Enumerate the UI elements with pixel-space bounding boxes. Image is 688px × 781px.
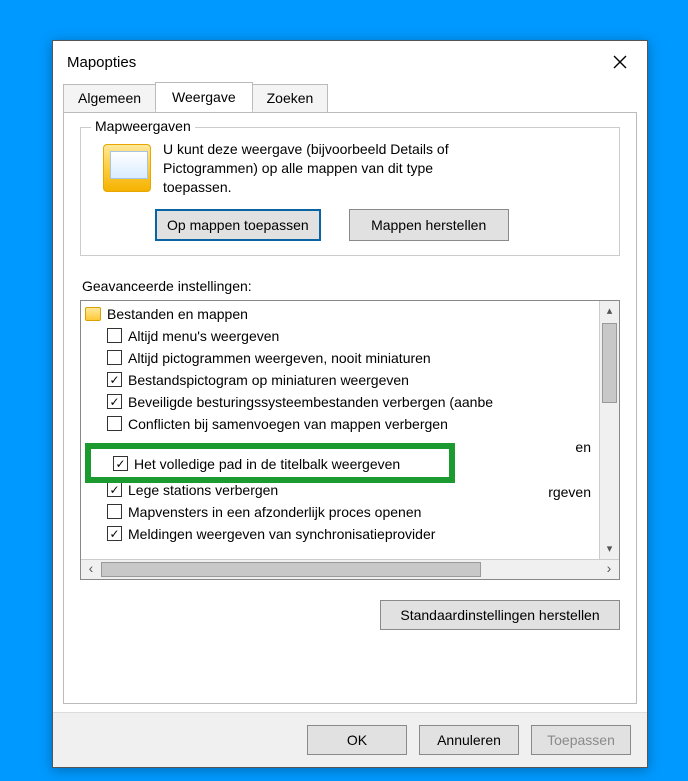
tree-item-label: Lege stations verbergen — [128, 479, 278, 501]
tree-root-label: Bestanden en mappen — [107, 303, 248, 325]
vertical-scrollbar[interactable]: ▴ ▾ — [599, 301, 619, 559]
folder-views-group: Mapweergaven U kunt deze weergave (bijvo… — [80, 127, 620, 256]
tree-item[interactable]: Het volledige pad in de titelbalk weerge… — [91, 453, 400, 475]
folder-icon — [85, 307, 101, 321]
advanced-settings-tree[interactable]: Bestanden en mappen Altijd menu's weerge… — [80, 300, 620, 580]
tab-search[interactable]: Zoeken — [252, 84, 329, 113]
checkbox[interactable] — [107, 416, 122, 431]
titlebar: Mapopties — [53, 41, 647, 83]
tree-item-label: Altijd menu's weergeven — [128, 325, 279, 347]
tree-item[interactable]: Altijd menu's weergeven — [85, 325, 619, 347]
scroll-thumb[interactable] — [101, 562, 481, 577]
close-icon — [613, 55, 627, 69]
folder-options-dialog: Mapopties Algemeen Weergave Zoeken Mapwe… — [52, 40, 648, 768]
checkbox[interactable] — [107, 482, 122, 497]
checkbox[interactable] — [113, 456, 128, 471]
scroll-right-icon[interactable]: › — [599, 560, 619, 576]
apply-button[interactable]: Toepassen — [531, 725, 631, 755]
text-line: toepassen. — [163, 179, 232, 195]
scroll-up-icon[interactable]: ▴ — [600, 301, 619, 321]
checkbox[interactable] — [107, 394, 122, 409]
checkbox[interactable] — [107, 372, 122, 387]
tree-item-label: Het volledige pad in de titelbalk weerge… — [134, 453, 400, 475]
scroll-thumb[interactable] — [602, 323, 617, 403]
partial-text: rgeven — [548, 481, 591, 503]
dialog-button-bar: OK Annuleren Toepassen — [53, 712, 647, 767]
scroll-left-icon[interactable]: ‹ — [81, 560, 101, 576]
tree-item[interactable]: Lege stations verbergen — [85, 479, 619, 501]
advanced-settings-label: Geavanceerde instellingen: — [82, 278, 620, 294]
tab-view[interactable]: Weergave — [155, 82, 253, 111]
close-button[interactable] — [597, 44, 643, 80]
tree-item-label: Bestandspictogram op miniaturen weergeve… — [128, 369, 409, 391]
folder-views-text: U kunt deze weergave (bijvoorbeeld Detai… — [163, 140, 449, 197]
scroll-down-icon[interactable]: ▾ — [600, 539, 619, 559]
restore-defaults-button[interactable]: Standaardinstellingen herstellen — [380, 600, 620, 630]
ok-button[interactable]: OK — [307, 725, 407, 755]
tree-item-label: Beveiligde besturingssysteembestanden ve… — [128, 391, 493, 413]
checkbox[interactable] — [107, 328, 122, 343]
checkbox[interactable] — [107, 504, 122, 519]
window-title: Mapopties — [67, 54, 597, 71]
tree-item[interactable]: Conflicten bij samenvoegen van mappen ve… — [85, 413, 619, 435]
tree-item-label: Altijd pictogrammen weergeven, nooit min… — [128, 347, 431, 369]
tree-item[interactable]: Altijd pictogrammen weergeven, nooit min… — [85, 347, 619, 369]
text-line: Pictogrammen) op alle mappen van dit typ… — [163, 160, 433, 176]
apply-to-folders-button[interactable]: Op mappen toepassen — [155, 209, 321, 241]
partial-text: en — [575, 436, 591, 458]
tab-bar: Algemeen Weergave Zoeken — [53, 84, 647, 113]
reset-folders-button[interactable]: Mappen herstellen — [349, 209, 509, 241]
tab-general[interactable]: Algemeen — [63, 84, 156, 113]
tree-item-label: Mapvensters in een afzonderlijk proces o… — [128, 501, 421, 523]
cancel-button[interactable]: Annuleren — [419, 725, 519, 755]
tree-item[interactable]: Bestandspictogram op miniaturen weergeve… — [85, 369, 619, 391]
tree-item-label: Conflicten bij samenvoegen van mappen ve… — [128, 413, 448, 435]
scroll-track[interactable] — [101, 560, 599, 579]
checkbox[interactable] — [107, 350, 122, 365]
folder-icon — [103, 144, 151, 192]
tree-root: Bestanden en mappen — [85, 303, 619, 325]
tree-item-label: Meldingen weergeven van synchronisatiepr… — [128, 523, 435, 545]
text-line: U kunt deze weergave (bijvoorbeeld Detai… — [163, 141, 449, 157]
tree-item[interactable]: Meldingen weergeven van synchronisatiepr… — [85, 523, 619, 545]
tree-item[interactable]: Mapvensters in een afzonderlijk proces o… — [85, 501, 619, 523]
checkbox[interactable] — [107, 526, 122, 541]
tab-body: Mapweergaven U kunt deze weergave (bijvo… — [63, 112, 637, 704]
group-legend: Mapweergaven — [91, 118, 195, 134]
horizontal-scrollbar[interactable]: ‹ › — [81, 559, 619, 579]
tree-item[interactable]: Beveiligde besturingssysteembestanden ve… — [85, 391, 619, 413]
tree-content: Bestanden en mappen Altijd menu's weerge… — [81, 301, 619, 559]
